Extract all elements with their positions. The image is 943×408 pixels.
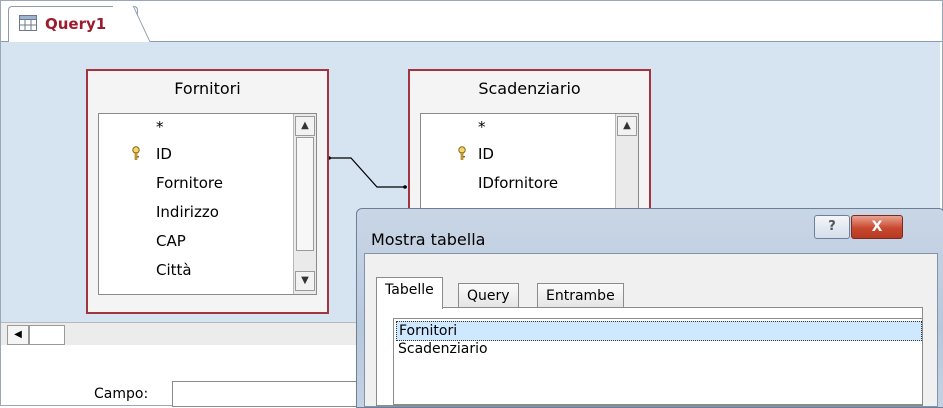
tab-tabelle[interactable]: Tabelle (376, 277, 443, 309)
list-item-fornitori[interactable]: Fornitori (396, 321, 922, 341)
tab-query[interactable]: Query (458, 283, 519, 308)
field-fornitori-all[interactable]: * (156, 118, 164, 136)
query-icon (19, 15, 37, 31)
table-fornitori-scrollbar[interactable]: ▲ ▼ (293, 114, 316, 294)
table-fornitori[interactable]: Fornitori * ID Fornitore Indirizzo CAP C… (86, 69, 329, 314)
field-fornitori-id[interactable]: ID (156, 145, 172, 163)
scroll-thumb[interactable] (296, 137, 314, 251)
field-scadenziario-id[interactable]: ID (478, 145, 494, 163)
mostra-tabella-dialog: Mostra tabella ? X Tabelle Query Entramb… (356, 208, 943, 408)
campo-row-label: Campo: (94, 386, 149, 402)
hscroll-thumb[interactable] (29, 325, 65, 345)
key-icon (132, 146, 140, 160)
table-listbox[interactable]: Fornitori Scadenziario (393, 318, 922, 405)
dialog-body: Tabelle Query Entrambe Fornitori Scadenz… (364, 253, 938, 407)
key-icon (458, 146, 466, 160)
list-item-scadenziario[interactable]: Scadenziario (396, 340, 922, 358)
table-fornitori-field-list[interactable]: * ID Fornitore Indirizzo CAP Città ▲ ▼ (98, 113, 317, 295)
close-button[interactable]: X (851, 215, 903, 239)
tab-query1[interactable]: Query1 (8, 6, 138, 43)
field-scadenziario-all[interactable]: * (478, 118, 486, 136)
relationship-line[interactable] (327, 142, 409, 192)
tab-query1-label: Query1 (45, 15, 107, 33)
campo-field-input[interactable]: ▼ (172, 381, 374, 407)
scroll-up-icon[interactable]: ▲ (617, 116, 637, 136)
field-fornitori-fornitore[interactable]: Fornitore (156, 174, 223, 192)
document-tab-strip: Query1 (1, 1, 942, 43)
scroll-down-icon[interactable]: ▼ (295, 271, 315, 291)
help-button[interactable]: ? (814, 215, 850, 239)
table-scadenziario-title: Scadenziario (478, 79, 581, 98)
tab-entrambe[interactable]: Entrambe (537, 283, 624, 308)
scroll-up-icon[interactable]: ▲ (295, 116, 315, 136)
field-scadenziario-idfornitore[interactable]: IDfornitore (478, 174, 558, 192)
field-fornitori-indirizzo[interactable]: Indirizzo (156, 203, 219, 221)
tabelle-panel: Fornitori Scadenziario (376, 307, 923, 406)
field-fornitori-citta[interactable]: Città (156, 261, 192, 279)
table-fornitori-title: Fornitori (174, 79, 241, 98)
field-fornitori-cap[interactable]: CAP (156, 232, 186, 250)
scroll-left-icon[interactable]: ◀ (7, 325, 29, 345)
dialog-title: Mostra tabella (371, 230, 486, 249)
